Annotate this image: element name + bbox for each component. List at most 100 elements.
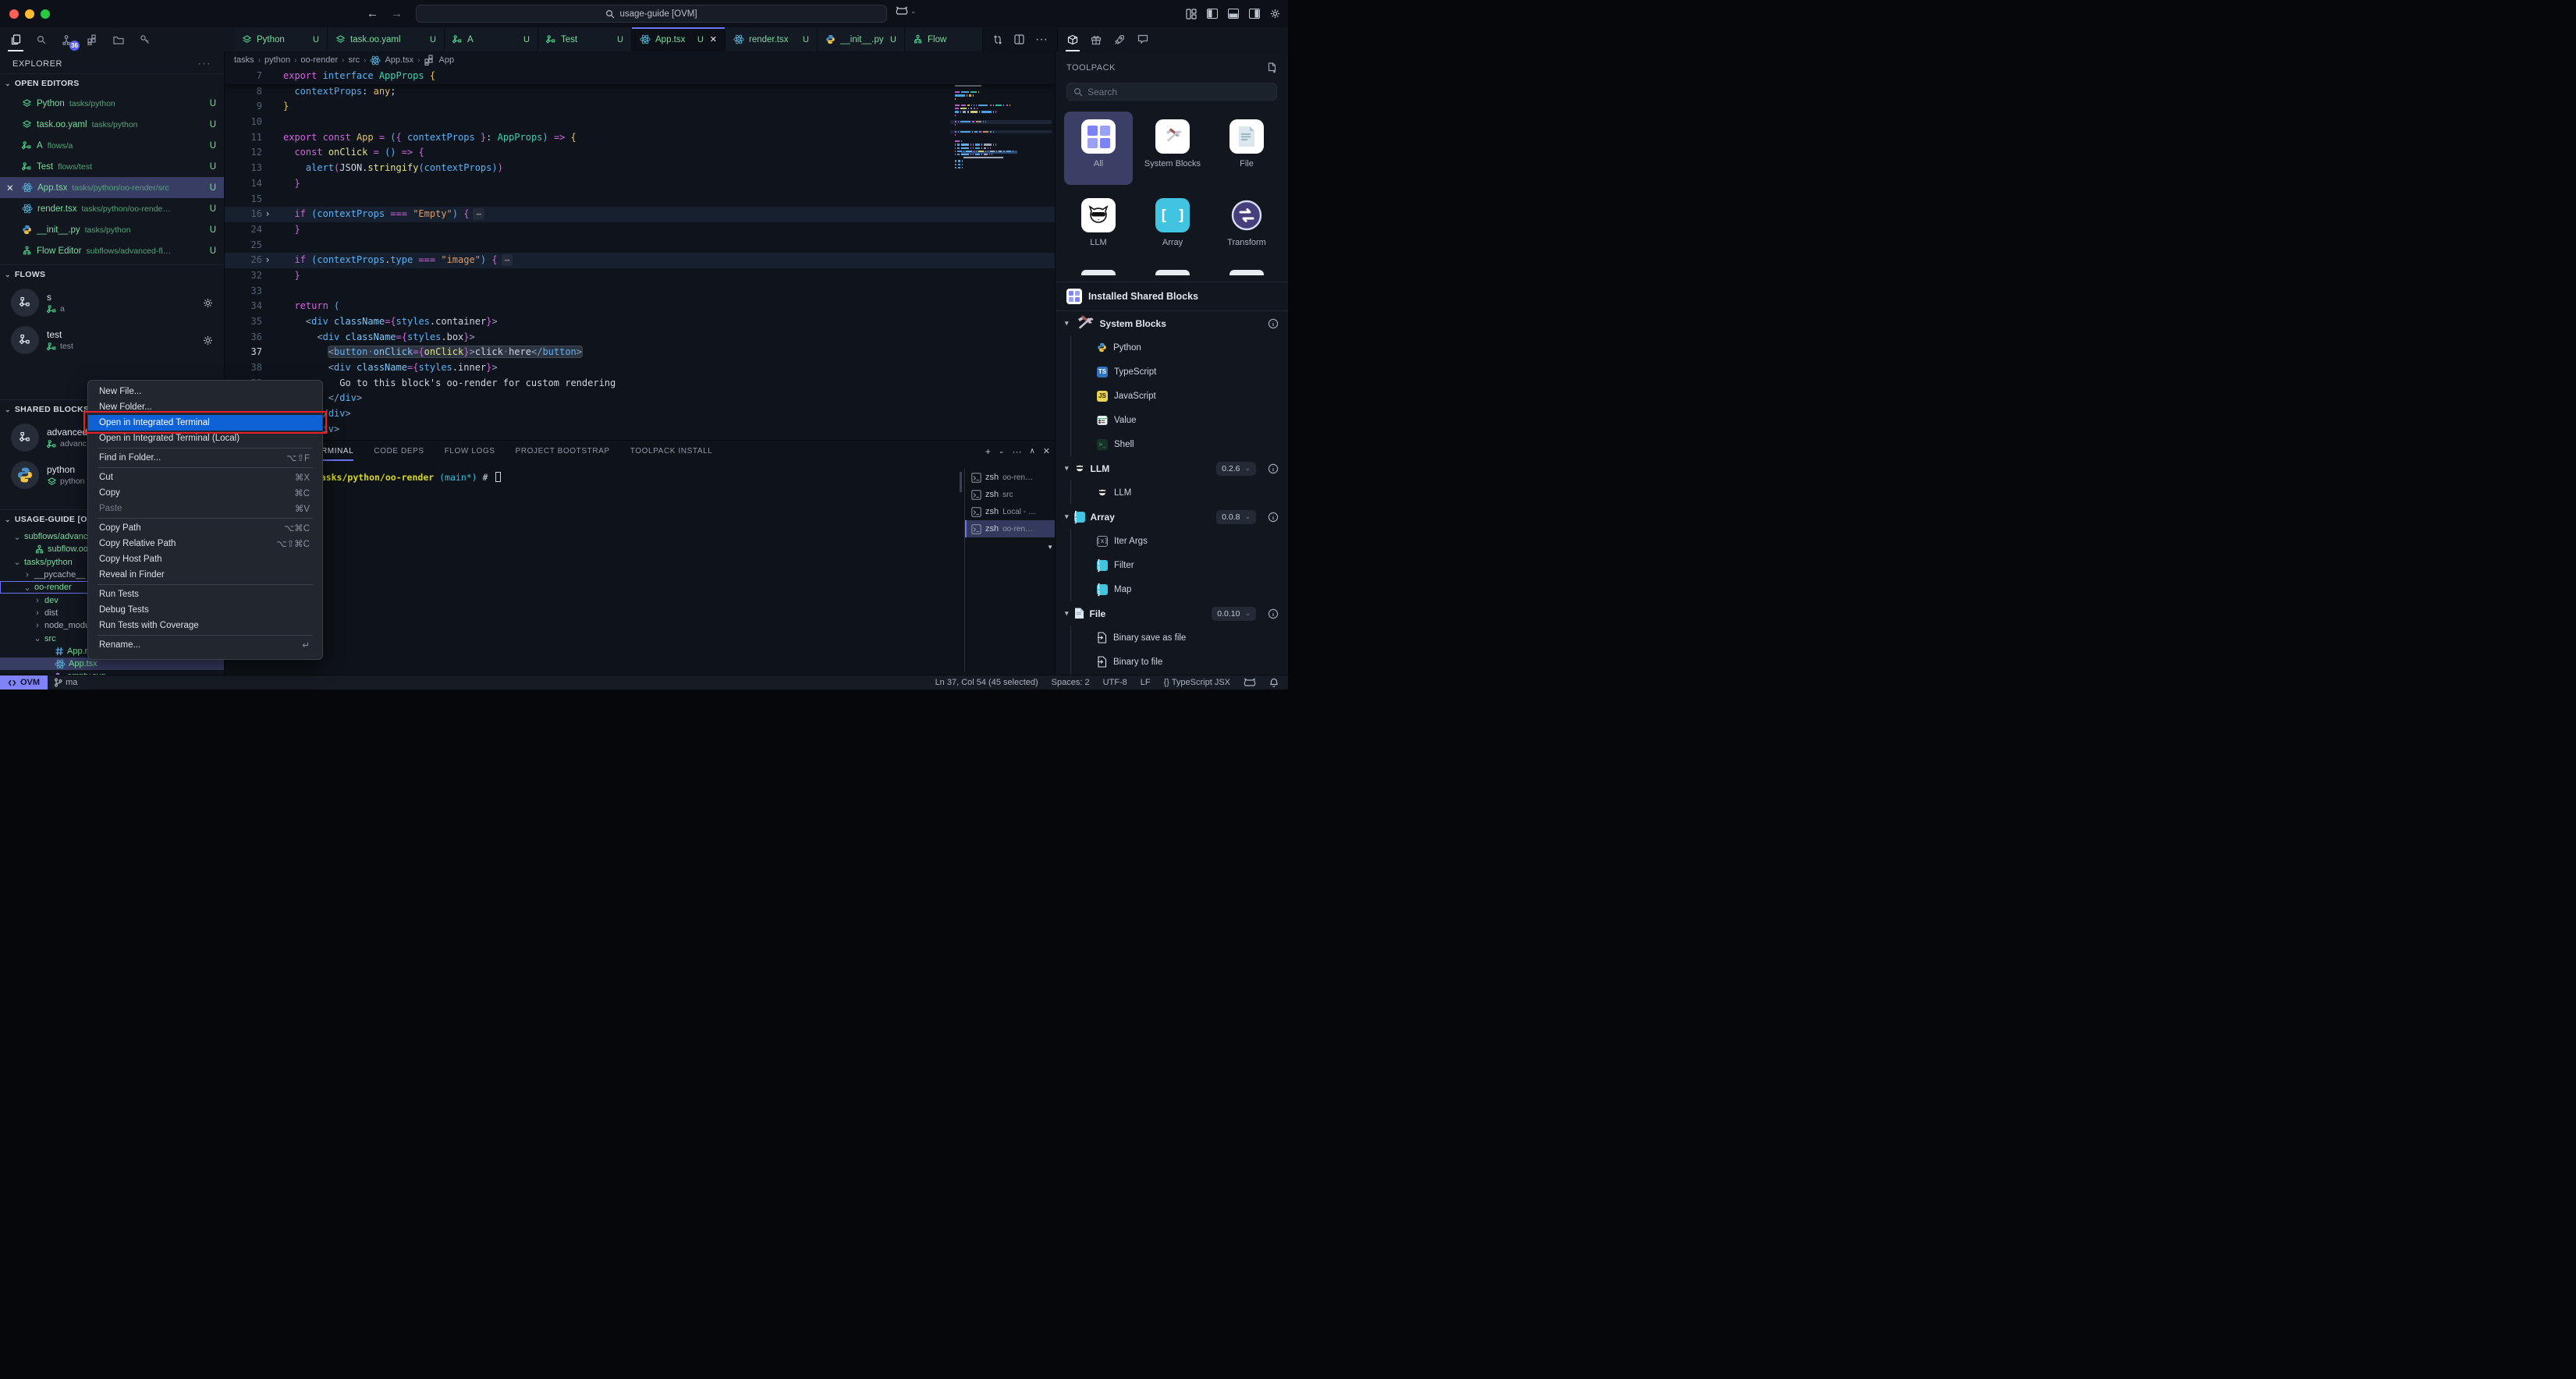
rocket-icon[interactable] (1114, 27, 1125, 51)
toolpack-card-Transform[interactable]: Transform (1212, 190, 1281, 264)
info-icon[interactable] (1268, 512, 1279, 523)
breadcrumb-item[interactable]: tasks (234, 55, 254, 65)
installed-block-TypeScript[interactable]: TSTypeScript (1070, 360, 1288, 384)
terminal-dropdown-icon[interactable]: ⌄ (999, 447, 1005, 456)
split-editor-icon[interactable] (1014, 34, 1024, 44)
open-editor-item[interactable]: ✕Flow Editorsubflows/advanced-fl…U (0, 240, 224, 261)
close-icon[interactable]: ✕ (6, 183, 16, 193)
open-editor-item[interactable]: ✕Aflows/aU (0, 135, 224, 156)
toolpack-card-LLM[interactable]: LLM (1064, 190, 1133, 264)
menu-item-run-tests-with-coverage[interactable]: Run Tests with Coverage (88, 618, 322, 633)
terminal-session[interactable]: zshoo-ren… (965, 469, 1055, 486)
breadcrumb-item[interactable]: oo-render (300, 55, 338, 65)
version-dropdown[interactable]: 0.0.8⌄ (1216, 510, 1256, 524)
activity-ext-icon[interactable] (83, 30, 102, 50)
open-editor-item[interactable]: ✕task.oo.yamltasks/pythonU (0, 114, 224, 135)
breadcrumb-item[interactable]: App (439, 55, 455, 65)
toolpack-card-File[interactable]: File (1212, 112, 1281, 185)
status-cat-icon[interactable] (1244, 678, 1256, 688)
status-item[interactable]: LF (1141, 678, 1151, 687)
activity-folder-icon[interactable] (109, 30, 128, 50)
flows-header[interactable]: ⌄ FLOWS (0, 264, 224, 284)
info-icon[interactable] (1268, 318, 1279, 329)
breadcrumb-item[interactable]: App.tsx (385, 55, 413, 65)
forward-button[interactable]: → (391, 7, 403, 20)
menu-item-new-file---[interactable]: New File... (88, 384, 322, 399)
menu-item-copy-host-path[interactable]: Copy Host Path (88, 551, 322, 567)
installed-group-LLM[interactable]: ▾LLM0.2.6⌄ (1056, 456, 1288, 480)
installed-block-Binary save as file[interactable]: Binary save as file (1070, 626, 1288, 650)
open-editor-item[interactable]: ✕render.tsxtasks/python/oo-rende…U (0, 198, 224, 219)
info-icon[interactable] (1268, 608, 1279, 619)
toolpack-card-Array[interactable]: [ ]Array (1138, 190, 1207, 264)
gear-icon[interactable] (203, 335, 213, 346)
editor-tab-Test[interactable]: TestU (538, 27, 632, 51)
ovm-cat-icon[interactable] (896, 6, 908, 16)
flow-item[interactable]: sa (0, 284, 224, 321)
terminal-tab-FLOW LOGS[interactable]: FLOW LOGS (445, 441, 495, 462)
maximize-panel-icon[interactable]: ∧ (1029, 447, 1034, 456)
terminal-tab-CODE DEPS[interactable]: CODE DEPS (374, 441, 424, 462)
fold-chevron-icon[interactable]: › (262, 207, 273, 222)
version-dropdown[interactable]: 0.2.6⌄ (1216, 462, 1256, 476)
installed-block-Shell[interactable]: >_Shell (1070, 432, 1288, 456)
flow-item[interactable]: testtest (0, 321, 224, 359)
installed-block-LLM[interactable]: LLM (1070, 480, 1288, 505)
close-panel-icon[interactable]: ✕ (1043, 446, 1050, 456)
open-editor-item[interactable]: ✕Testflows/testU (0, 156, 224, 177)
installed-block-JavaScript[interactable]: JSJavaScript (1070, 384, 1288, 408)
installed-block-Iter Args[interactable]: [x]Iter Args (1070, 529, 1288, 553)
close-window-button[interactable] (9, 9, 19, 19)
new-terminal-icon[interactable]: + (985, 446, 991, 457)
breadcrumb-item[interactable]: python (264, 55, 290, 65)
status-item[interactable]: {} TypeScript JSX (1164, 678, 1230, 687)
toggle-right-panel-icon[interactable] (1249, 9, 1260, 19)
toolpack-card-All[interactable]: All (1064, 112, 1133, 185)
remote-indicator[interactable]: OVM (0, 675, 48, 690)
toolpack-card-System Blocks[interactable]: System Blocks (1138, 112, 1207, 185)
menu-item-cut[interactable]: Cut⌘X (88, 470, 322, 485)
installed-group-File[interactable]: ▾File0.0.10⌄ (1056, 601, 1288, 626)
code-editor[interactable]: 7export interface AppProps {8 contextPro… (225, 69, 1055, 438)
open-editors-header[interactable]: ⌄ OPEN EDITORS (0, 73, 224, 93)
menu-item-copy-relative-path[interactable]: Copy Relative Path⌥⇧⌘C (88, 536, 322, 551)
activity-person-icon[interactable]: 36 (58, 30, 76, 50)
explorer-more-icon[interactable]: ··· (198, 59, 211, 69)
menu-item-find-in-folder---[interactable]: Find in Folder...⌥⇧F (88, 450, 322, 466)
installed-group-System Blocks[interactable]: ▾System Blocks (1056, 311, 1288, 335)
info-icon[interactable] (1268, 463, 1279, 474)
fold-chevron-icon[interactable]: › (262, 253, 273, 268)
editor-tab-render.tsx[interactable]: render.tsxU (726, 27, 818, 51)
editor-tab-A[interactable]: AU (445, 27, 538, 51)
minimize-window-button[interactable] (25, 9, 34, 19)
menu-item-paste[interactable]: Paste⌘V (88, 501, 322, 516)
editor-tab-Python[interactable]: PythonU (234, 27, 328, 51)
back-button[interactable]: ← (367, 7, 378, 20)
menu-item-reveal-in-finder[interactable]: Reveal in Finder (88, 567, 322, 583)
status-item[interactable]: Spaces: 2 (1052, 678, 1090, 687)
toggle-bottom-panel-icon[interactable] (1228, 9, 1239, 19)
open-editor-item[interactable]: ✕__init__.pytasks/pythonU (0, 219, 224, 240)
installed-block-Value[interactable]: Value (1070, 408, 1288, 432)
toggle-left-panel-icon[interactable] (1207, 9, 1218, 19)
menu-item-copy[interactable]: Copy⌘C (88, 485, 322, 501)
open-editor-item[interactable]: ✕App.tsxtasks/python/oo-render/srcU (0, 177, 224, 198)
installed-block-Filter[interactable]: [ ]Filter (1070, 553, 1288, 577)
editor-tab-task.oo.yaml[interactable]: task.oo.yamlU (328, 27, 445, 51)
terminal-scrollbar[interactable] (960, 472, 962, 492)
fold-ellipsis[interactable]: ⋯ (473, 208, 484, 220)
activity-files-icon[interactable] (6, 30, 25, 50)
fold-ellipsis[interactable]: ⋯ (502, 254, 513, 266)
terminal-more-icon[interactable]: ··· (1012, 446, 1021, 457)
toolpack-search-input[interactable]: Search (1066, 83, 1277, 101)
minimap[interactable] (955, 72, 1048, 228)
breadcrumb[interactable]: tasks›python›oo-render›src›App.tsx›App (225, 51, 1055, 69)
maximize-window-button[interactable] (41, 9, 50, 19)
terminal-session[interactable]: zshLocal - … (965, 503, 1055, 520)
activity-search-icon[interactable] (32, 30, 51, 50)
new-toolpack-icon[interactable] (1267, 62, 1277, 73)
open-editor-item[interactable]: ✕Pythontasks/pythonU (0, 93, 224, 114)
installed-block-Binary to file[interactable]: Binary to file (1070, 650, 1288, 674)
editor-tab-App.tsx[interactable]: App.tsxU✕ (632, 27, 726, 51)
menu-item-run-tests[interactable]: Run Tests (88, 587, 322, 602)
